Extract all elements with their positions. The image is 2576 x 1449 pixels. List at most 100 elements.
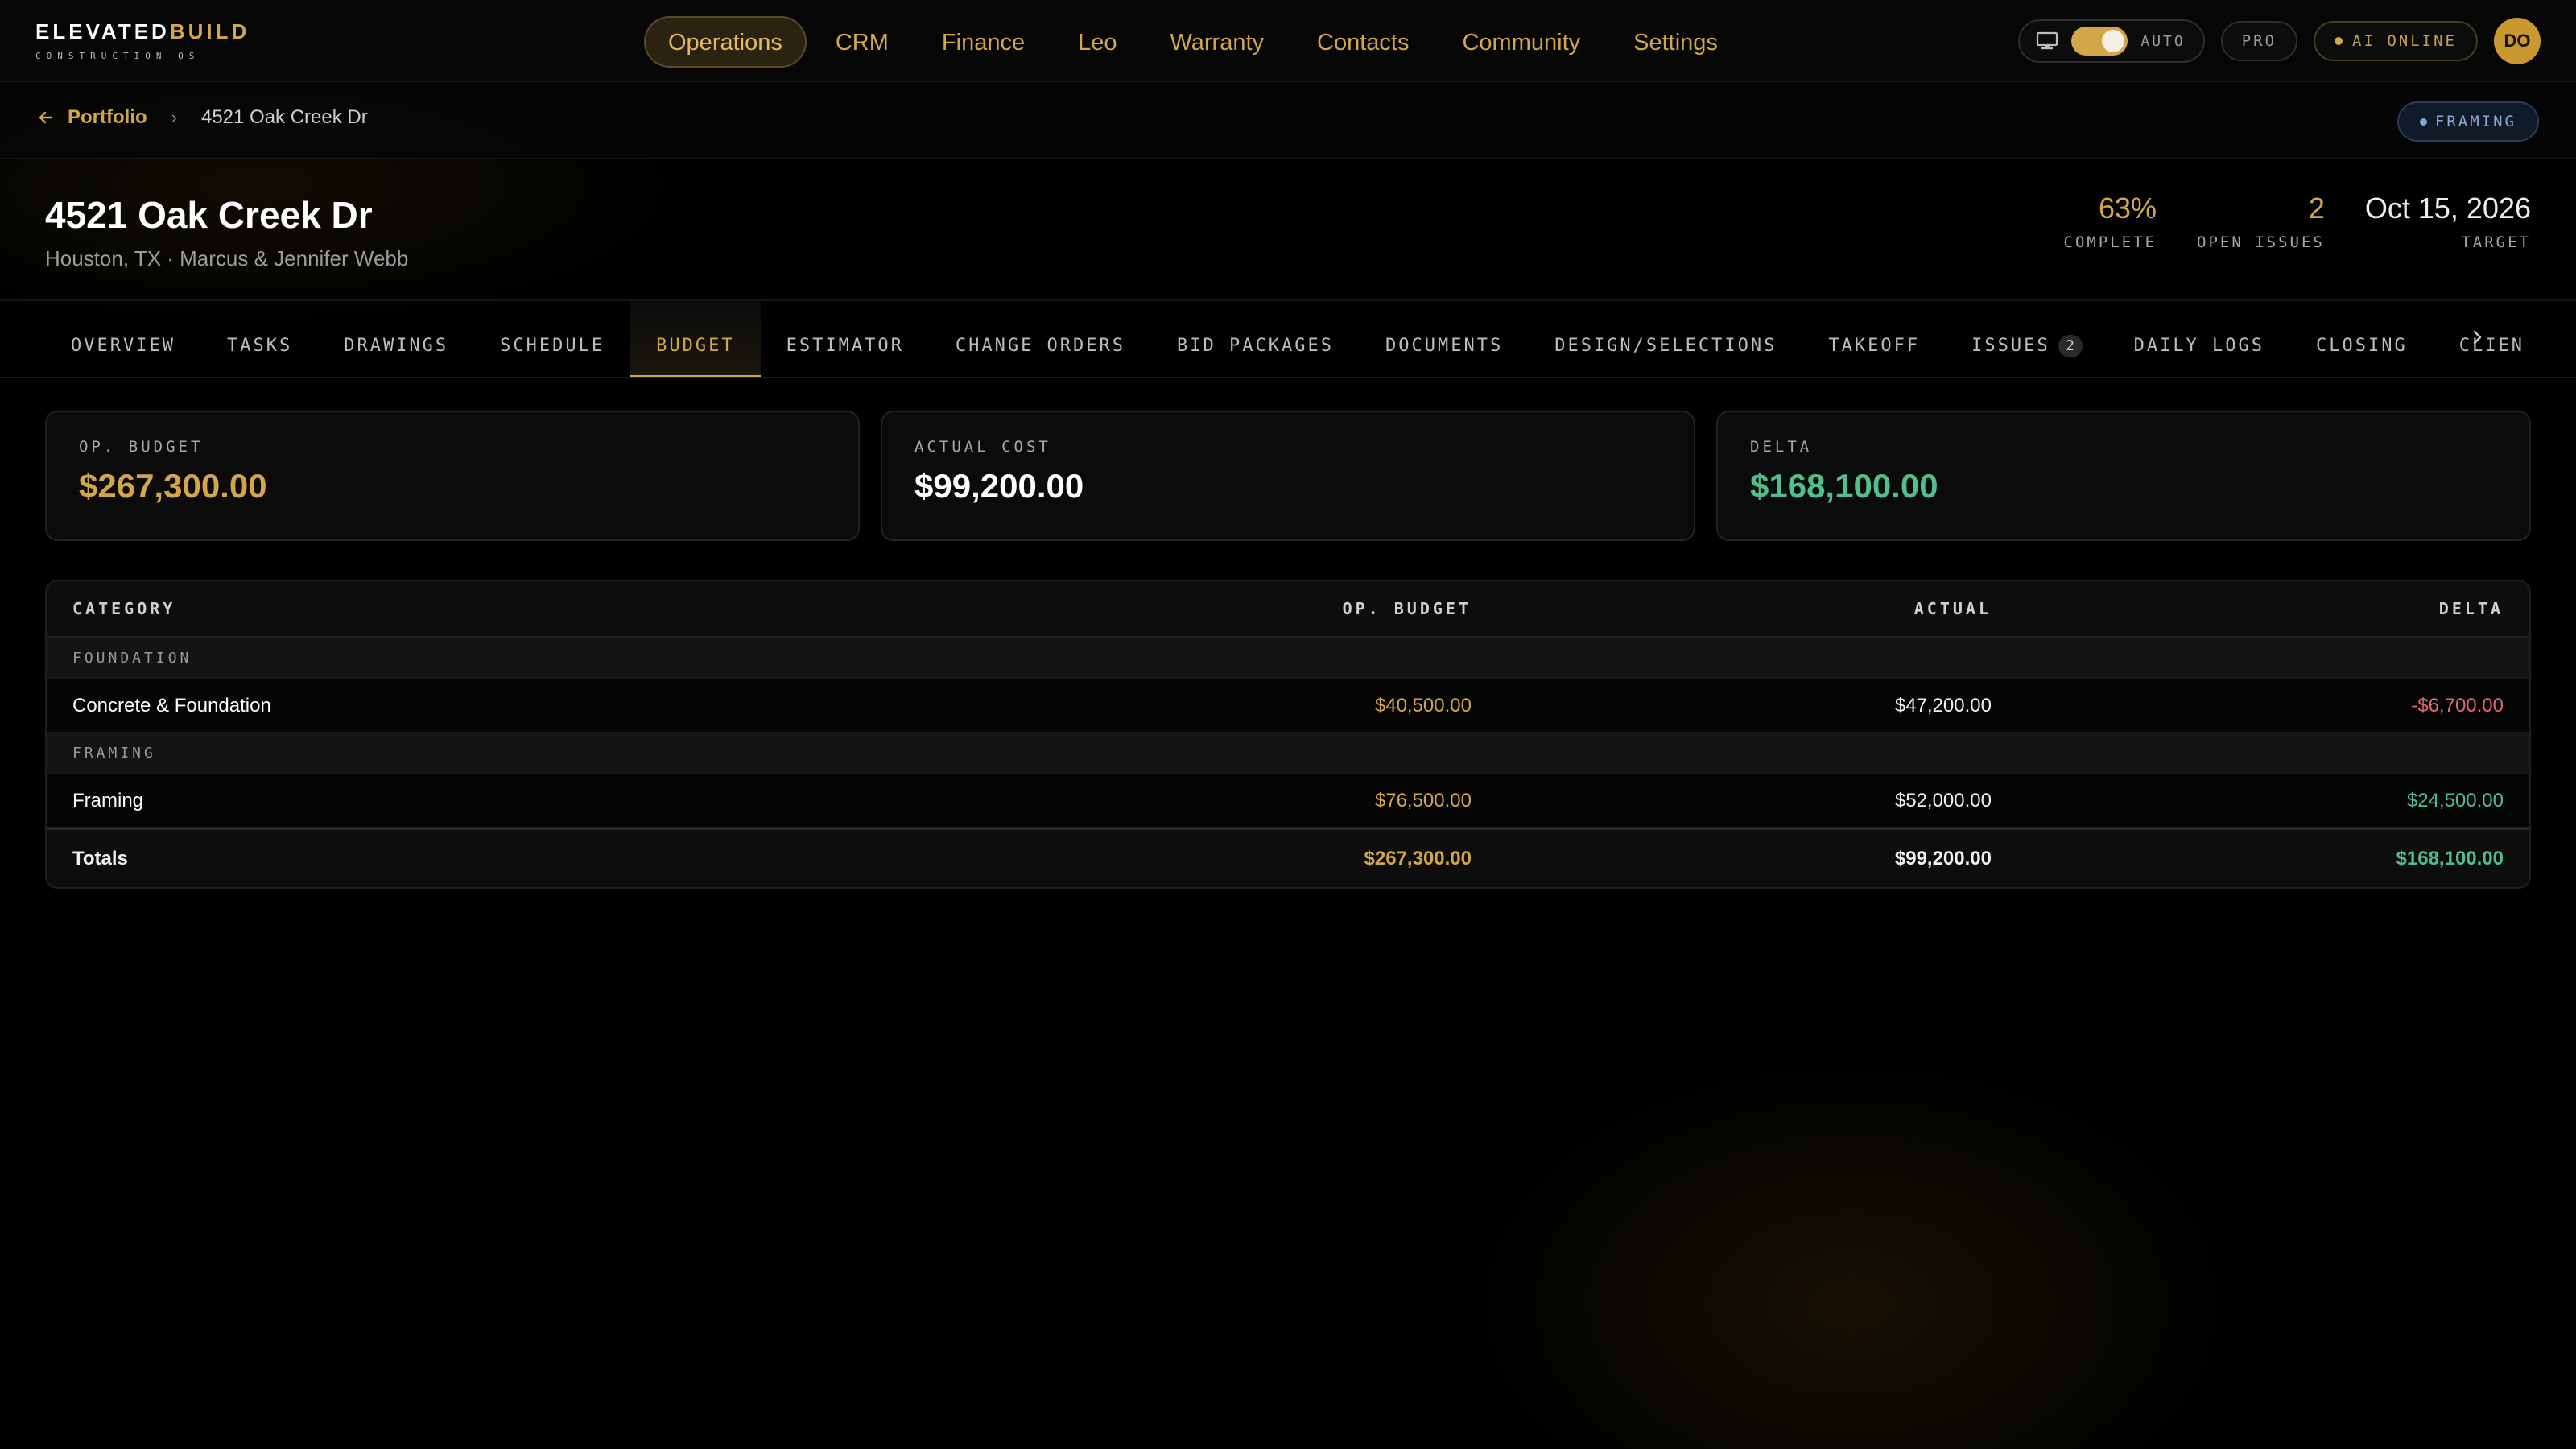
table-row[interactable]: Concrete & Foundation $40,500.00 $47,200.0…: [47, 679, 2529, 733]
status-dot-icon: [2334, 37, 2343, 45]
summary-card-label: OP. BUDGET: [79, 438, 204, 456]
summary-card-value: $99,200.00: [914, 467, 1084, 505]
theme-toggle-group[interactable]: AUTO: [2018, 19, 2205, 63]
tab-label: OVERVIEW: [71, 336, 175, 356]
tab-label: DRAWINGS: [344, 336, 449, 356]
nav-item-warranty[interactable]: Warranty: [1146, 16, 1288, 68]
totals-budget: $267,300.00: [1364, 847, 1472, 869]
tab-count-badge: 2: [2058, 335, 2083, 357]
table-group-row: FOUNDATION: [47, 638, 2529, 679]
totals-delta: $168,100.00: [2396, 847, 2504, 869]
phase-dot-icon: [2419, 118, 2427, 126]
nav-item-finance[interactable]: Finance: [918, 16, 1049, 68]
brand-name-b: BUILD: [169, 19, 250, 43]
row-actual: $47,200.00: [1894, 694, 1992, 716]
mode-label: AUTO: [2140, 32, 2186, 50]
col-header-delta[interactable]: DELTA: [1992, 599, 2529, 618]
nav-item-settings[interactable]: Settings: [1609, 16, 1742, 68]
totals-label: Totals: [72, 847, 128, 869]
ai-status-label: AI ONLINE: [2352, 32, 2457, 50]
stat-value: Oct 15, 2026: [2364, 192, 2531, 225]
summary-card-op-budget: OP. BUDGET $267,300.00: [45, 411, 860, 541]
summary-card-label: ACTUAL COST: [914, 438, 1051, 456]
row-category: Framing: [72, 789, 144, 811]
breadcrumb: Portfolio › 4521 Oak Creek Dr: [37, 106, 368, 129]
project-header: 4521 Oak Creek Dr Houston, TX · Marcus &…: [0, 159, 2576, 301]
tab-daily-logs[interactable]: DAILY LOGS: [2108, 301, 2290, 377]
stat-label: COMPLETE: [2063, 233, 2157, 251]
nav-item-contacts[interactable]: Contacts: [1293, 16, 1433, 68]
tab-label: DOCUMENTS: [1385, 336, 1504, 356]
user-avatar[interactable]: DO: [2494, 18, 2541, 64]
tab-label: BUDGET: [656, 336, 735, 356]
arrow-left-icon[interactable]: [37, 109, 55, 126]
header-controls: AUTO PRO AI ONLINE DO: [2018, 18, 2541, 64]
tab-schedule[interactable]: SCHEDULE: [474, 301, 630, 377]
tab-label: ISSUES: [1971, 336, 2050, 356]
table-row[interactable]: Framing $76,500.00 $52,000.00 $24,500.00: [47, 774, 2529, 828]
totals-row: Totals $267,300.00 $99,200.00 $168,100.0…: [47, 828, 2529, 887]
stat-label: OPEN ISSUES: [2197, 233, 2325, 251]
nav-item-leo[interactable]: Leo: [1054, 16, 1141, 68]
tab-change-orders[interactable]: CHANGE ORDERS: [930, 301, 1151, 377]
tab-design-selections[interactable]: DESIGN/SELECTIONS: [1529, 301, 1802, 377]
top-navigation: ELEVATEDBUILD CONSTRUCTION OS Operations…: [0, 0, 2576, 82]
budget-table: CATEGORY OP. BUDGET ACTUAL DELTA FOUNDAT…: [45, 580, 2531, 889]
summary-card-delta: DELTA $168,100.00: [1716, 411, 2531, 541]
tab-estimator[interactable]: ESTIMATOR: [761, 301, 930, 377]
tab-bid-packages[interactable]: BID PACKAGES: [1151, 301, 1360, 377]
tab-label: CHANGE ORDERS: [955, 336, 1126, 356]
stat-complete: 63% COMPLETE: [2064, 192, 2157, 251]
tab-tasks[interactable]: TASKS: [201, 301, 318, 377]
page-title: 4521 Oak Creek Dr: [45, 194, 373, 236]
row-actual: $52,000.00: [1894, 789, 1992, 811]
breadcrumb-separator: ›: [171, 107, 177, 127]
project-stats: 63% COMPLETE 2 OPEN ISSUES Oct 15, 2026 …: [2064, 192, 2532, 251]
col-header-actual[interactable]: ACTUAL: [1472, 599, 1992, 618]
group-label: FOUNDATION: [72, 650, 192, 667]
budget-summary: OP. BUDGET $267,300.00 ACTUAL COST $99,200.…: [45, 411, 2531, 541]
col-header-budget[interactable]: OP. BUDGET: [1021, 599, 1472, 618]
tab-overview[interactable]: OVERVIEW: [45, 301, 201, 377]
tab-budget[interactable]: BUDGET: [630, 301, 762, 377]
breadcrumb-bar: Portfolio › 4521 Oak Creek Dr FRAMING: [0, 82, 2576, 159]
nav-item-operations[interactable]: Operations: [644, 16, 807, 68]
nav-item-crm[interactable]: CRM: [811, 16, 913, 68]
summary-card-label: DELTA: [1750, 438, 1813, 456]
nav-item-community[interactable]: Community: [1438, 16, 1604, 68]
stat-value: 2: [2308, 192, 2325, 225]
tab-label: SCHEDULE: [500, 336, 605, 356]
tab-clien[interactable]: CLIEN: [2434, 301, 2550, 377]
brand-logo[interactable]: ELEVATEDBUILD CONSTRUCTION OS: [35, 19, 250, 61]
tab-closing[interactable]: CLOSING: [2290, 301, 2434, 377]
summary-card-value: $267,300.00: [79, 467, 267, 505]
tab-takeoff[interactable]: TAKEOFF: [1802, 301, 1946, 377]
tab-documents[interactable]: DOCUMENTS: [1360, 301, 1529, 377]
row-budget: $40,500.00: [1374, 694, 1472, 716]
switch-knob: [2102, 30, 2125, 52]
tab-label: CLOSING: [2316, 336, 2408, 356]
ai-status-badge[interactable]: AI ONLINE: [2314, 21, 2478, 61]
tab-drawings[interactable]: DRAWINGS: [318, 301, 474, 377]
tab-label: BID PACKAGES: [1177, 336, 1334, 356]
table-group-row: FRAMING: [47, 733, 2529, 774]
tab-list: OVERVIEW TASKS DRAWINGS SCHEDULE BUDGET ESTIM…: [45, 301, 2550, 377]
breadcrumb-portfolio-link[interactable]: Portfolio: [68, 106, 147, 129]
project-tabs: OVERVIEW TASKS DRAWINGS SCHEDULE BUDGET ESTIM…: [0, 301, 2576, 378]
phase-badge[interactable]: FRAMING: [2396, 101, 2539, 142]
tab-label: DESIGN/SELECTIONS: [1554, 336, 1777, 356]
tab-issues[interactable]: ISSUES 2: [1946, 301, 2107, 377]
main-nav: Operations CRM Finance Leo Warranty Contacts C…: [644, 16, 1742, 68]
col-header-category[interactable]: CATEGORY: [47, 599, 1021, 618]
table-body: FOUNDATION Concrete & Foundation $40,500.0…: [47, 638, 2529, 828]
phase-label: FRAMING: [2434, 113, 2516, 130]
monitor-icon: [2037, 31, 2058, 50]
plan-badge[interactable]: PRO: [2220, 21, 2298, 61]
chevron-right-icon[interactable]: [2468, 325, 2487, 349]
theme-switch[interactable]: [2071, 27, 2128, 56]
row-delta: -$6,700.00: [2411, 694, 2504, 716]
row-category: Concrete & Foundation: [72, 694, 271, 716]
brand-tagline: CONSTRUCTION OS: [35, 51, 200, 61]
summary-card-value: $168,100.00: [1750, 467, 1938, 505]
stat-value: 63%: [2098, 192, 2157, 225]
